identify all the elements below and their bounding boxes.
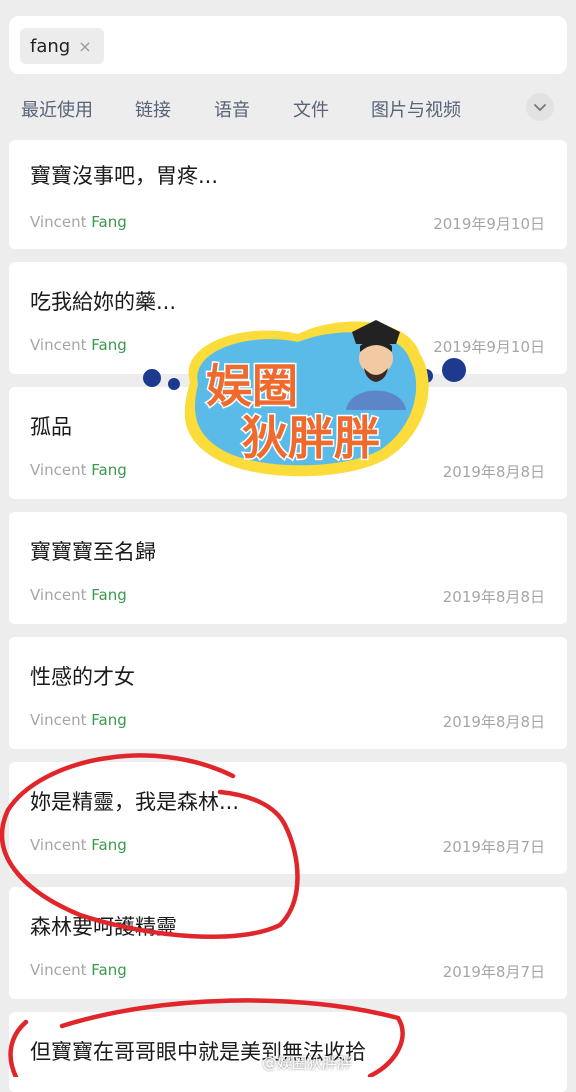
filter-media[interactable]: 图片与视频	[371, 96, 461, 122]
message-date: 2019年8月8日	[442, 588, 545, 606]
logo-text-line1: 娱圈	[206, 359, 298, 413]
sender-name: Vincent Fang	[30, 961, 127, 979]
search-query-text: fang	[30, 35, 71, 57]
filter-files[interactable]: 文件	[293, 96, 329, 122]
message-snippet: 寶寶沒事吧，胃疼...	[30, 164, 219, 188]
sender-name: Vincent Fang	[30, 336, 127, 354]
filter-voice[interactable]: 语音	[214, 96, 250, 122]
sender-name: Vincent Fang	[30, 213, 127, 231]
weibo-watermark: @娱圈狄胖胖	[262, 1054, 353, 1072]
message-snippet: 森林要呵護精靈	[30, 915, 177, 939]
logo-text-line2: 狄胖胖	[242, 411, 380, 465]
message-snippet: 孤品	[30, 415, 72, 439]
search-bar[interactable]: fang ×	[9, 16, 567, 74]
sender-name: Vincent Fang	[30, 836, 127, 854]
watermark-logo: 娱圈 狄胖胖	[143, 320, 466, 477]
message-date: 2019年9月10日	[433, 215, 545, 233]
result-card[interactable]: 寶寶寶至名歸 Vincent Fang 2019年8月8日	[9, 512, 567, 624]
message-snippet: 寶寶寶至名歸	[30, 540, 156, 564]
message-date: 2019年8月8日	[442, 713, 545, 731]
message-date: 2019年8月7日	[442, 963, 545, 981]
close-icon[interactable]: ×	[78, 37, 91, 56]
filter-bar: 最近使用 链接 语音 文件 图片与视频	[0, 84, 576, 132]
result-card[interactable]: 性感的才女 Vincent Fang 2019年8月8日	[9, 637, 567, 749]
message-date: 2019年8月7日	[442, 838, 545, 856]
filter-recent[interactable]: 最近使用	[21, 96, 93, 122]
search-query-chip[interactable]: fang ×	[20, 28, 104, 64]
result-card[interactable]: 寶寶沒事吧，胃疼... Vincent Fang 2019年9月10日	[9, 140, 567, 249]
sender-name: Vincent Fang	[30, 586, 127, 604]
chevron-down-icon	[534, 103, 546, 111]
message-snippet: 性感的才女	[30, 665, 135, 689]
sender-name: Vincent Fang	[30, 461, 127, 479]
result-card[interactable]: 妳是精靈，我是森林... Vincent Fang 2019年8月7日	[9, 762, 567, 874]
filter-links[interactable]: 链接	[135, 96, 171, 122]
result-card[interactable]: 森林要呵護精靈 Vincent Fang 2019年8月7日	[9, 887, 567, 999]
filter-expand-button[interactable]	[526, 93, 554, 121]
message-snippet: 妳是精靈，我是森林...	[30, 790, 240, 814]
sender-name: Vincent Fang	[30, 711, 127, 729]
